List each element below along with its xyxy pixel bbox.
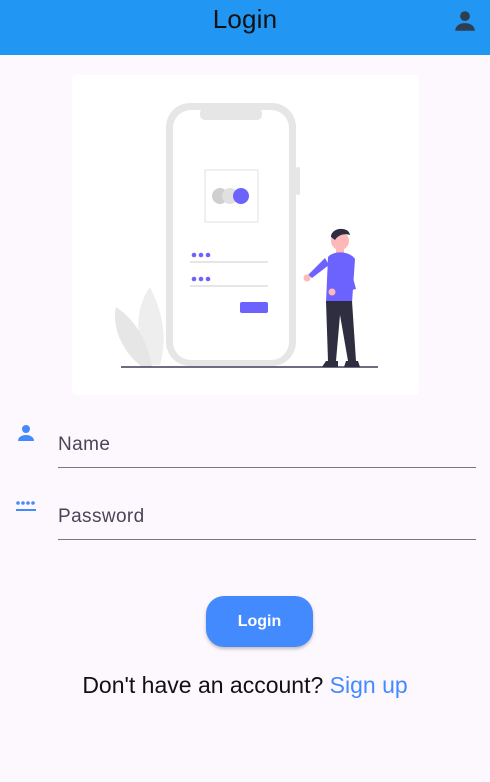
signup-prompt: Don't have an account? — [82, 672, 330, 698]
person-icon — [18, 425, 34, 441]
login-illustration — [72, 75, 419, 395]
signup-row: Don't have an account? Sign up — [0, 672, 490, 699]
signup-link[interactable]: Sign up — [330, 672, 408, 698]
password-dots-icon — [16, 501, 36, 511]
password-input[interactable] — [58, 495, 476, 540]
phone-illustration-graphic — [115, 103, 378, 368]
login-button[interactable]: Login — [206, 596, 313, 647]
page-title: Login — [212, 4, 278, 34]
app-bar: Login — [0, 0, 490, 55]
account-icon[interactable] — [452, 8, 478, 34]
name-input[interactable] — [58, 423, 476, 468]
